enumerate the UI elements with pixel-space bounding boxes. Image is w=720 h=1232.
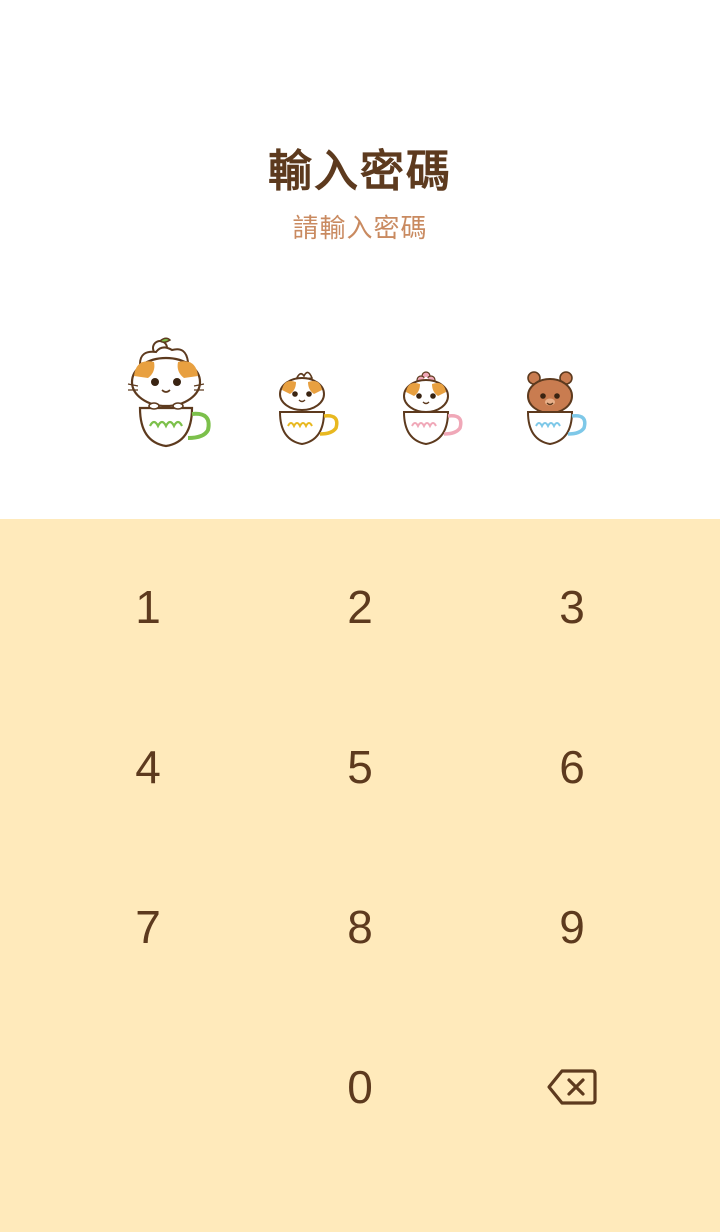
key-0[interactable]: 0 xyxy=(240,1007,480,1167)
key-5[interactable]: 5 xyxy=(240,687,480,847)
key-6[interactable]: 6 xyxy=(452,687,692,847)
numeric-keypad: 1 2 3 4 5 6 7 8 9 0 xyxy=(0,519,720,1232)
passcode-indicators xyxy=(0,330,720,455)
key-2[interactable]: 2 xyxy=(240,527,480,687)
passcode-dot-1-hamster-icon xyxy=(127,337,211,448)
backspace-button[interactable] xyxy=(452,1007,692,1167)
passcode-dot-2-hamster-icon xyxy=(278,371,339,446)
passcode-dot-3-hamster-icon xyxy=(402,371,463,446)
key-empty xyxy=(28,1007,268,1167)
key-7[interactable]: 7 xyxy=(28,847,268,1007)
passcode-header-area: 輸入密碼 請輸入密碼 xyxy=(0,0,720,519)
page-title: 輸入密碼 xyxy=(268,146,452,197)
key-4[interactable]: 4 xyxy=(28,687,268,847)
key-9[interactable]: 9 xyxy=(452,847,692,1007)
key-1[interactable]: 1 xyxy=(28,527,268,687)
backspace-icon xyxy=(547,1069,597,1105)
key-8[interactable]: 8 xyxy=(240,847,480,1007)
passcode-dot-4-hamster-icon xyxy=(526,371,587,446)
page-subtitle: 請輸入密碼 xyxy=(292,214,428,244)
key-3[interactable]: 3 xyxy=(452,527,692,687)
